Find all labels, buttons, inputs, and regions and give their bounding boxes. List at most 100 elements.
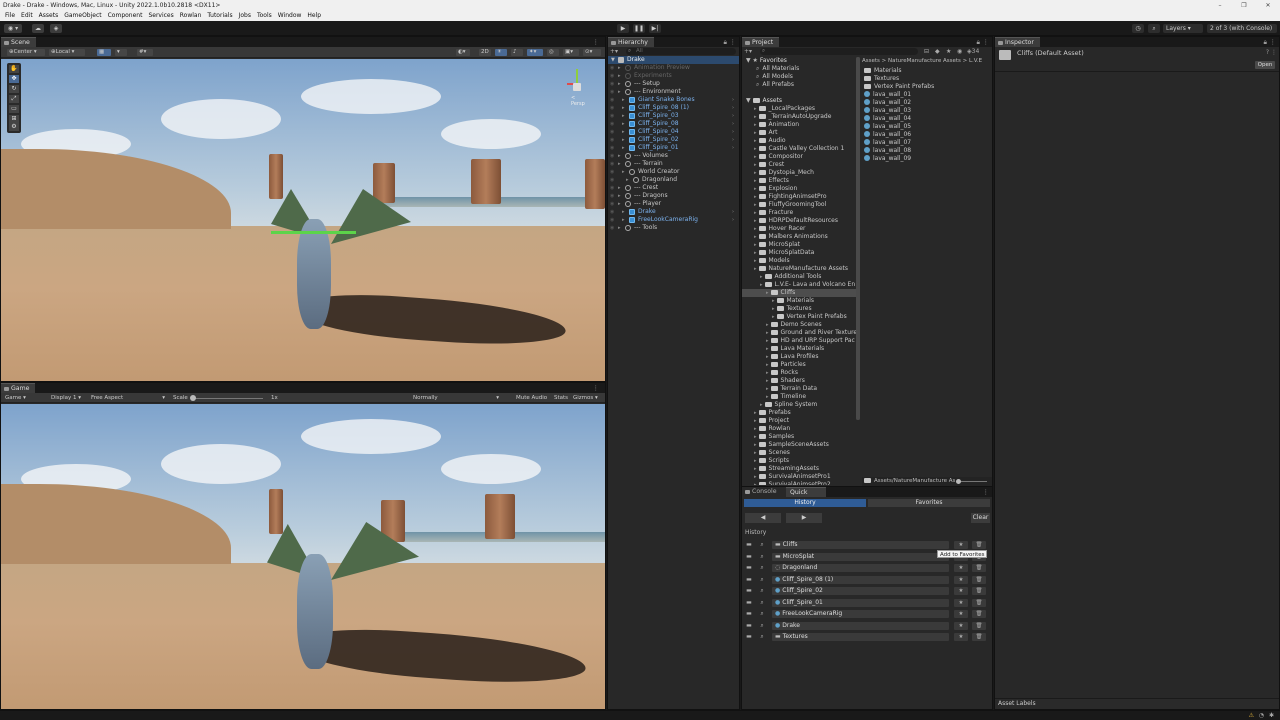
favorites-tab-button[interactable]: Favorites — [868, 499, 990, 507]
history-item[interactable]: ● Cliff_Spire_08 (1) — [772, 575, 949, 584]
search-icon[interactable]: ⌕ — [757, 576, 767, 584]
expand-arrow-icon[interactable]: ▸ — [754, 442, 757, 448]
expand-arrow-icon[interactable]: ▸ — [766, 394, 769, 400]
collab-icon[interactable]: ◈ — [50, 24, 62, 33]
asset-tree-item[interactable]: ▸ Samples — [742, 433, 858, 441]
trash-icon[interactable]: 🗑︎ — [972, 621, 986, 630]
open-prefab-icon[interactable]: › — [732, 112, 734, 120]
visibility-icon[interactable]: ◉ — [610, 64, 614, 72]
asset-tree-item[interactable]: ▸ Rocks — [742, 369, 858, 377]
content-file[interactable]: lava_wall_09 — [864, 155, 911, 163]
help-icon[interactable]: ? — [1266, 49, 1269, 56]
hierarchy-item[interactable]: ▸ --- Tools ◉ — [608, 224, 739, 232]
lighting-icon[interactable]: ☀ — [495, 49, 507, 56]
hierarchy-item[interactable]: ▸ Dragonland ◉ — [608, 176, 739, 184]
tab-scene[interactable]: Scene — [1, 37, 36, 47]
expand-arrow-icon[interactable]: ▸ — [754, 466, 757, 472]
expand-arrow-icon[interactable]: ▸ — [754, 410, 757, 416]
star-icon[interactable]: ★ — [954, 587, 968, 595]
expand-arrow-icon[interactable]: ▸ — [622, 136, 625, 144]
asset-tree-item[interactable]: ▸ Particles — [742, 361, 858, 369]
history-item[interactable]: ● Cliff_Spire_01 — [772, 598, 949, 607]
expand-arrow-icon[interactable]: ▸ — [754, 266, 757, 272]
visibility-icon[interactable]: ◉ — [610, 224, 614, 232]
step-button[interactable]: ▶| — [649, 24, 661, 33]
asset-tree-item[interactable]: ▸ SurvivalAnimsetPro1 — [742, 473, 858, 481]
expand-arrow-icon[interactable]: ▸ — [622, 104, 625, 112]
menu-component[interactable]: Component — [105, 11, 146, 21]
warning-icon[interactable]: ⚠ — [1249, 712, 1254, 719]
expand-arrow-icon[interactable]: ▸ — [766, 354, 769, 360]
expand-arrow-icon[interactable]: ▸ — [618, 192, 621, 200]
history-row[interactable]: ▬ ⌕ ▬ Cliffs ★ 🗑︎ — [743, 540, 988, 550]
history-item[interactable]: ● Cliff_Spire_02 — [772, 587, 949, 595]
back-button[interactable]: ◀ — [745, 513, 781, 523]
visibility-icon[interactable]: ◉ — [610, 216, 614, 224]
expand-arrow-icon[interactable]: ▸ — [754, 186, 757, 192]
expand-arrow-icon[interactable]: ▸ — [754, 450, 757, 456]
tab-game[interactable]: Game — [1, 383, 36, 393]
history-row[interactable]: ▬ ⌕ ● Drake ★ 🗑︎ — [743, 621, 988, 631]
asset-tree-item[interactable]: ▸ Crest — [742, 161, 858, 169]
expand-arrow-icon[interactable]: ▸ — [766, 338, 769, 344]
history-item[interactable]: ▬ Cliffs — [772, 541, 949, 549]
asset-tree-item[interactable]: ▸ StreamingAssets — [742, 465, 858, 473]
search-icon[interactable]: ⌕ — [1148, 24, 1160, 33]
favorite-item[interactable]: ⌕ All Models — [756, 73, 793, 81]
open-prefab-icon[interactable]: › — [732, 216, 734, 224]
menu-tools[interactable]: Tools — [254, 11, 275, 21]
search-icon[interactable]: ⌕ — [757, 633, 767, 641]
pivot-dropdown[interactable]: ⊕Center ▾ — [7, 49, 45, 56]
content-file[interactable]: lava_wall_07 — [864, 139, 911, 147]
filter-label-icon[interactable]: ◆ — [935, 48, 940, 55]
tab-project[interactable]: Project — [742, 37, 780, 47]
hierarchy-item[interactable]: ▸ Animation Preview ◉ — [608, 64, 739, 72]
hand-tool-icon[interactable]: ✋ — [9, 65, 19, 73]
project-breadcrumb[interactable]: Assets > NatureManufacture Assets > L.V.… — [862, 57, 992, 66]
expand-arrow-icon[interactable]: ▸ — [766, 290, 769, 296]
visibility-icon[interactable]: ◉ — [610, 160, 614, 168]
asset-tree-item[interactable]: ▸ Dystopia_Mech — [742, 169, 858, 177]
hierarchy-search-input[interactable]: ⌕ All — [626, 48, 736, 55]
draw-mode-icon[interactable]: ◐▾ — [456, 49, 470, 56]
asset-tree-item[interactable]: ▸ HDRPDefaultResources — [742, 217, 858, 225]
expand-arrow-icon[interactable]: ▸ — [754, 138, 757, 144]
search-icon[interactable]: ⌕ — [757, 622, 767, 630]
content-file[interactable]: lava_wall_06 — [864, 131, 911, 139]
asset-tree-item[interactable]: ▸ FluffyGroomingTool — [742, 201, 858, 209]
transform-tool-icon[interactable]: ⊞ — [9, 115, 19, 123]
asset-tree-item[interactable]: ▸ Scripts — [742, 457, 858, 465]
hierarchy-item[interactable]: ▸ Cliff_Spire_08 ◉ › — [608, 120, 739, 128]
asset-tree-item[interactable]: ▸ Materials — [742, 297, 858, 305]
search-icon[interactable]: ⌕ — [757, 587, 767, 595]
visibility-icon[interactable]: ◉ — [610, 88, 614, 96]
assets-header[interactable]: ▼ Assets — [746, 97, 782, 105]
trash-icon[interactable]: 🗑︎ — [972, 541, 986, 549]
visibility-icon[interactable]: ◉ — [610, 72, 614, 80]
expand-arrow-icon[interactable]: ▸ — [754, 258, 757, 264]
menu-jobs[interactable]: Jobs — [236, 11, 254, 21]
history-row[interactable]: ▬ ⌕ ● Cliff_Spire_08 (1) ★ 🗑︎ — [743, 575, 988, 585]
expand-arrow-icon[interactable]: ▸ — [622, 208, 625, 216]
maximize-button[interactable]: ❐ — [1232, 0, 1256, 11]
expand-arrow-icon[interactable]: ▸ — [772, 298, 775, 304]
expand-arrow-icon[interactable]: ▸ — [760, 274, 763, 280]
expand-arrow-icon[interactable]: ▸ — [622, 168, 625, 176]
asset-tree-item[interactable]: ▸ Castle Valley Collection 1 — [742, 145, 858, 153]
content-file[interactable]: lava_wall_03 — [864, 107, 911, 115]
expand-arrow-icon[interactable]: ▸ — [766, 322, 769, 328]
tab-hierarchy[interactable]: Hierarchy — [608, 37, 654, 47]
hierarchy-item[interactable]: ▸ --- Player ◉ — [608, 200, 739, 208]
asset-labels-section[interactable]: Asset Labels — [995, 698, 1279, 709]
favorite-item[interactable]: ⌕ All Materials — [756, 65, 799, 73]
expand-arrow-icon[interactable]: ▸ — [754, 418, 757, 424]
asset-tree-item[interactable]: ▸ FightingAnimsetPro — [742, 193, 858, 201]
layout-dropdown[interactable]: 2 of 3 (with Console) ▾ — [1207, 24, 1277, 41]
open-prefab-icon[interactable]: › — [732, 128, 734, 136]
hierarchy-item[interactable]: ▸ --- Environment ◉ — [608, 88, 739, 96]
hierarchy-item[interactable]: ▸ Giant Snake Bones ◉ › — [608, 96, 739, 104]
menu-edit[interactable]: Edit — [18, 11, 36, 21]
hidden-objects-icon[interactable]: ◎ — [547, 49, 559, 56]
history-item[interactable]: ▬ Textures — [772, 633, 949, 641]
expand-arrow-icon[interactable]: ▸ — [754, 210, 757, 216]
